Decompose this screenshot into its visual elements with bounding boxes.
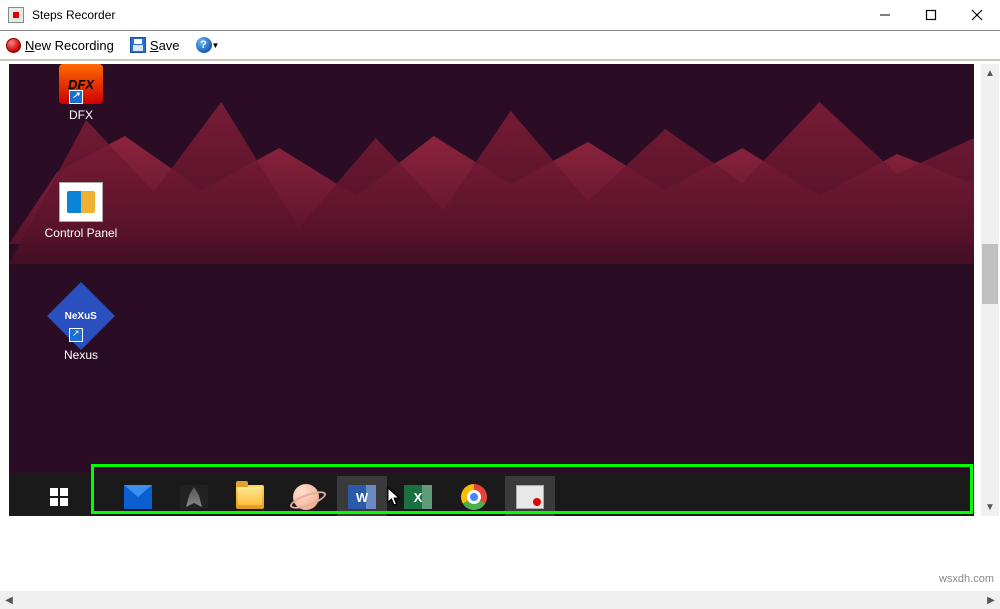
taskbar-item-saturn[interactable] [281, 476, 331, 516]
save-label: Save [150, 38, 180, 53]
window-titlebar: Steps Recorder [0, 0, 1000, 31]
desktop-icon-control-panel[interactable]: Control Panel [31, 182, 131, 240]
desktop-icon-label: Control Panel [31, 226, 131, 240]
wallpaper [9, 64, 974, 264]
taskbar-item-mail[interactable] [113, 476, 163, 516]
maximize-button[interactable] [908, 0, 954, 30]
dropdown-arrow-icon: ▼ [212, 41, 220, 50]
chrome-icon [461, 484, 487, 510]
desktop-icon-dfx[interactable]: DFX DFX [41, 64, 121, 122]
predator-icon [180, 485, 208, 509]
watermark: wsxdh.com [939, 573, 994, 585]
help-icon: ? [196, 37, 212, 53]
captured-taskbar: W X [9, 473, 974, 516]
scroll-left-arrow[interactable]: ◀ [0, 591, 18, 609]
desktop-icon-label: Nexus [41, 348, 121, 362]
excel-icon: X [404, 485, 432, 509]
minimize-button[interactable] [862, 0, 908, 30]
taskbar-item-predator[interactable] [169, 476, 219, 516]
window-buttons [862, 0, 1000, 30]
desktop-icon-label: DFX [41, 108, 121, 122]
desktop-icon-nexus[interactable]: NeXuS Nexus [41, 292, 121, 362]
new-recording-button[interactable]: New Recording [6, 38, 114, 53]
content-area: DFX DFX Control Panel NeXuS Nexus [0, 63, 1000, 563]
dfx-icon: DFX [59, 64, 103, 104]
scroll-right-arrow[interactable]: ▶ [982, 591, 1000, 609]
taskbar-item-word[interactable]: W [337, 476, 387, 516]
toolbar: New Recording Save ? ▼ [0, 31, 1000, 61]
control-panel-icon [59, 182, 103, 222]
shortcut-overlay-icon [69, 90, 83, 104]
taskbar-item-file-explorer[interactable] [225, 476, 275, 516]
scroll-thumb[interactable] [982, 244, 998, 304]
close-button[interactable] [954, 0, 1000, 30]
steps-recorder-icon [516, 485, 544, 509]
recording-viewport: DFX DFX Control Panel NeXuS Nexus [9, 64, 974, 516]
save-icon [130, 37, 146, 53]
word-icon: W [348, 485, 376, 509]
shortcut-overlay-icon [69, 328, 83, 342]
vertical-scrollbar[interactable]: ▲ ▼ [981, 64, 999, 516]
window-title: Steps Recorder [32, 8, 115, 22]
windows-logo-icon [50, 488, 68, 506]
help-button[interactable]: ? ▼ [196, 37, 220, 53]
new-recording-label: New Recording [25, 38, 114, 53]
app-icon [8, 7, 24, 23]
scroll-up-arrow[interactable]: ▲ [981, 64, 999, 82]
captured-desktop: DFX DFX Control Panel NeXuS Nexus [9, 64, 974, 516]
taskbar-item-steps-recorder[interactable] [505, 476, 555, 516]
save-button[interactable]: Save [130, 37, 180, 53]
folder-icon [236, 485, 264, 509]
start-button[interactable] [37, 476, 81, 516]
cursor-icon [387, 487, 401, 507]
taskbar-item-chrome[interactable] [449, 476, 499, 516]
horizontal-scrollbar[interactable]: ◀ ▶ [0, 591, 1000, 609]
saturn-icon [293, 484, 319, 510]
record-icon [6, 38, 21, 53]
scroll-down-arrow[interactable]: ▼ [981, 498, 999, 516]
mail-icon [124, 485, 152, 509]
